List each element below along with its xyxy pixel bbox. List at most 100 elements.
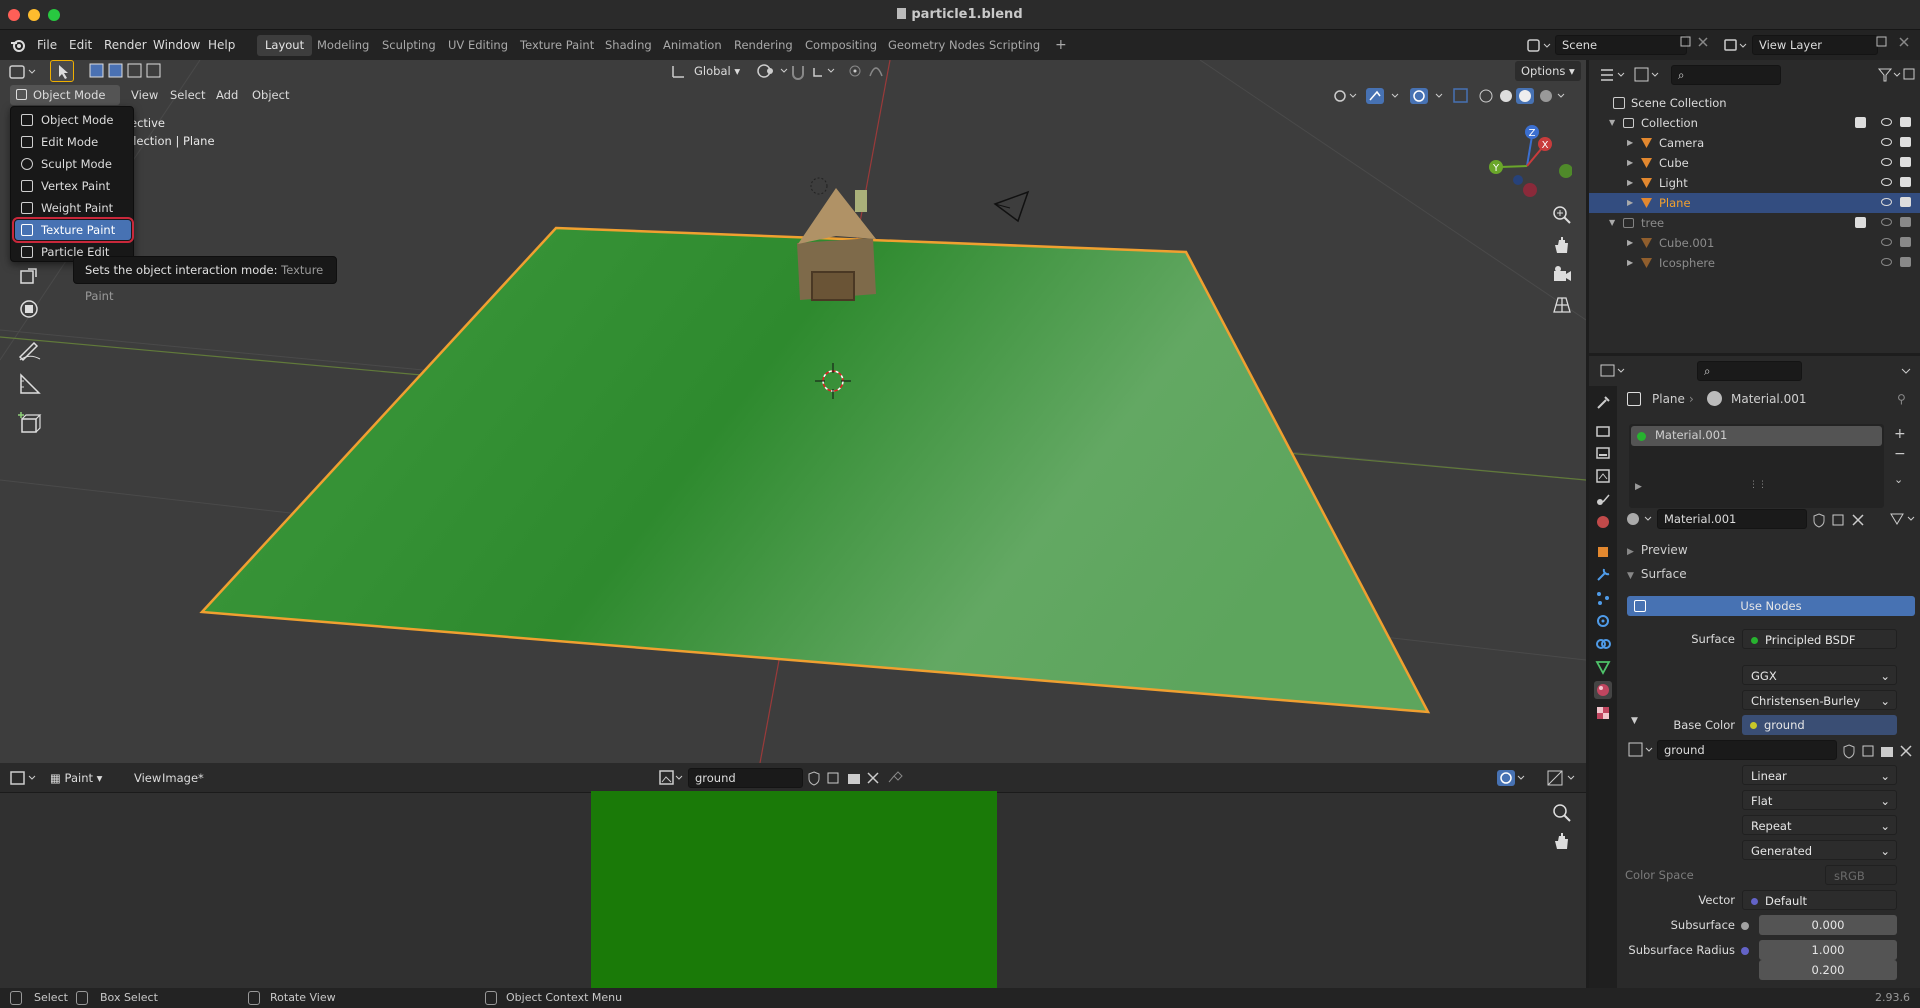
material-tab-icon[interactable] bbox=[1594, 681, 1612, 699]
render-camera-icon[interactable] bbox=[1900, 257, 1911, 267]
view-layer-tab-icon[interactable] bbox=[1594, 467, 1612, 485]
image-zoom-icon[interactable] bbox=[1550, 801, 1574, 825]
material-slot-row[interactable]: Material.001 bbox=[1631, 426, 1882, 446]
subsurface-radius-y-field[interactable]: 0.200 bbox=[1759, 960, 1897, 980]
pivot-point-icon[interactable] bbox=[754, 62, 794, 80]
material-browse-icon[interactable] bbox=[1625, 510, 1657, 528]
image-editor-type-icon[interactable] bbox=[8, 769, 40, 787]
eye-icon[interactable] bbox=[1881, 218, 1892, 226]
tab-modeling[interactable]: Modeling bbox=[309, 35, 377, 56]
eye-icon[interactable] bbox=[1881, 158, 1892, 166]
outliner[interactable]: ⌕ Scene Collection ▼ Collection ▶ Camera ▶ Cu… bbox=[1589, 60, 1920, 353]
slot-resize-handle[interactable]: ⋮⋮ bbox=[1749, 480, 1767, 490]
disclosure-triangle-icon[interactable]: ▶ bbox=[1627, 253, 1633, 273]
image-texture-name-field[interactable]: ground bbox=[1657, 740, 1837, 760]
object-tab-icon[interactable] bbox=[1594, 543, 1612, 561]
properties-options-icon[interactable] bbox=[1899, 364, 1913, 378]
ground-texture-canvas[interactable] bbox=[591, 791, 997, 989]
scene-icon[interactable] bbox=[1527, 38, 1551, 53]
properties-editor[interactable]: ⌕ Plane › Material.001 ⚲ Material.001 ▶ … bbox=[1589, 356, 1920, 988]
viewport-menu-object[interactable]: Object bbox=[246, 85, 295, 105]
display-mode-icon[interactable] bbox=[1633, 66, 1661, 84]
disclosure-triangle-icon[interactable]: ▶ bbox=[1627, 233, 1633, 253]
eye-icon[interactable] bbox=[1881, 258, 1892, 266]
disclosure-triangle-icon[interactable]: ▶ bbox=[1627, 133, 1633, 153]
menu-item-sculpt-mode[interactable]: Sculpt Mode bbox=[15, 154, 131, 174]
pan-hand-icon[interactable] bbox=[1550, 233, 1574, 257]
tab-layout[interactable]: Layout bbox=[257, 35, 313, 56]
viewport-menu-view[interactable]: View bbox=[125, 85, 164, 105]
menu-file[interactable]: File bbox=[32, 35, 62, 55]
outliner-search-input[interactable]: ⌕ bbox=[1671, 65, 1781, 85]
transform-orientation-dropdown[interactable]: Global ▾ bbox=[688, 61, 746, 81]
outliner-row-camera[interactable]: ▶ Camera bbox=[1589, 133, 1920, 153]
tool-tab-icon[interactable] bbox=[1594, 394, 1612, 412]
tab-scripting[interactable]: Scripting bbox=[981, 35, 1048, 56]
distribution-dropdown[interactable]: GGX ⌄ bbox=[1742, 665, 1897, 685]
disclosure-triangle-icon[interactable]: ▶ bbox=[1627, 173, 1633, 193]
viewport-menu-add[interactable]: Add bbox=[210, 85, 244, 105]
color-space-dropdown[interactable]: sRGB bbox=[1825, 865, 1897, 885]
perspective-toggle-icon[interactable] bbox=[1550, 293, 1574, 317]
menu-item-edit-mode[interactable]: Edit Mode bbox=[15, 132, 131, 152]
material-name-field[interactable]: Material.001 bbox=[1657, 509, 1807, 529]
disclosure-triangle-icon[interactable]: ▼ bbox=[1609, 213, 1615, 233]
remove-slot-button[interactable]: − bbox=[1894, 446, 1906, 462]
measure-tool-icon[interactable] bbox=[14, 369, 44, 399]
constraints-tab-icon[interactable] bbox=[1594, 635, 1612, 653]
exclude-checkbox[interactable] bbox=[1855, 217, 1866, 228]
tab-geometry-nodes[interactable]: Geometry Nodes bbox=[880, 35, 993, 56]
filter-icon[interactable] bbox=[1877, 66, 1917, 84]
blender-logo-icon[interactable] bbox=[10, 37, 26, 53]
snap-icon[interactable] bbox=[790, 62, 840, 80]
tab-compositing[interactable]: Compositing bbox=[797, 35, 885, 56]
add-workspace-button[interactable]: + bbox=[1047, 35, 1075, 56]
zoom-icon[interactable] bbox=[1550, 203, 1574, 227]
image-browse-icon[interactable] bbox=[658, 769, 686, 787]
slot-expand-icon[interactable]: ▶ bbox=[1635, 482, 1642, 492]
pin-icon[interactable]: ⚲ bbox=[1897, 392, 1906, 406]
source-dropdown[interactable]: Generated ⌄ bbox=[1742, 840, 1897, 860]
render-camera-icon[interactable] bbox=[1900, 117, 1911, 127]
outliner-row-light[interactable]: ▶ Light bbox=[1589, 173, 1920, 193]
navigation-gizmo[interactable]: Z Y X bbox=[1482, 120, 1572, 200]
editor-type-icon[interactable] bbox=[8, 62, 40, 82]
tab-sculpting[interactable]: Sculpting bbox=[374, 35, 444, 56]
menu-item-object-mode[interactable]: Object Mode bbox=[15, 110, 131, 130]
annotate-tool-icon[interactable] bbox=[14, 335, 44, 365]
material-slot-list[interactable]: Material.001 ▶ ⋮⋮ bbox=[1629, 424, 1884, 508]
surface-panel-header[interactable]: ▼ Surface bbox=[1627, 567, 1687, 581]
image-editor[interactable]: ▦ Paint ▾ View Image* ground bbox=[0, 763, 1586, 989]
extension-dropdown[interactable]: Repeat ⌄ bbox=[1742, 815, 1897, 835]
scene-tab-icon[interactable] bbox=[1594, 490, 1612, 508]
particles-tab-icon[interactable] bbox=[1594, 589, 1612, 607]
render-camera-icon[interactable] bbox=[1900, 157, 1911, 167]
menu-render[interactable]: Render bbox=[99, 35, 152, 55]
image-texture-browse-icon[interactable] bbox=[1627, 741, 1655, 759]
outliner-row-tree[interactable]: ▼ tree bbox=[1589, 213, 1920, 233]
view-layer-icon[interactable] bbox=[1724, 38, 1748, 53]
properties-editor-type-icon[interactable] bbox=[1599, 362, 1627, 380]
image-overlay-icon[interactable] bbox=[1496, 769, 1526, 787]
properties-search-input[interactable]: ⌕ bbox=[1697, 361, 1802, 381]
image-pan-icon[interactable] bbox=[1550, 829, 1574, 853]
camera-view-icon[interactable] bbox=[1550, 263, 1574, 287]
tab-texture-paint[interactable]: Texture Paint bbox=[512, 35, 602, 56]
outliner-row-cube-001[interactable]: ▶ Cube.001 bbox=[1589, 233, 1920, 253]
image-datablock-buttons[interactable] bbox=[806, 770, 906, 786]
base-color-field[interactable]: ground bbox=[1742, 715, 1897, 735]
disclosure-triangle-icon[interactable]: ▼ bbox=[1609, 113, 1615, 133]
outliner-row-plane[interactable]: ▶ Plane bbox=[1589, 193, 1920, 213]
interpolation-dropdown[interactable]: Linear ⌄ bbox=[1742, 765, 1897, 785]
outliner-row-scene-collection[interactable]: Scene Collection bbox=[1589, 93, 1920, 113]
subsurface-value-field[interactable]: 0.000 bbox=[1759, 915, 1897, 935]
subsurface-method-dropdown[interactable]: Christensen-Burley ⌄ bbox=[1742, 690, 1897, 710]
3d-viewport[interactable]: Global ▾ Options ▾ Object Mode ▾ View Se… bbox=[0, 60, 1586, 763]
menu-window[interactable]: Window bbox=[148, 35, 205, 55]
tab-uv-editing[interactable]: UV Editing bbox=[440, 35, 516, 56]
render-tab-icon[interactable] bbox=[1594, 422, 1612, 440]
viewport-shading-controls[interactable] bbox=[1330, 87, 1580, 105]
add-cube-tool-icon[interactable] bbox=[14, 409, 44, 439]
viewport-menu-select[interactable]: Select bbox=[164, 85, 211, 105]
image-display-icon[interactable] bbox=[1546, 769, 1578, 787]
